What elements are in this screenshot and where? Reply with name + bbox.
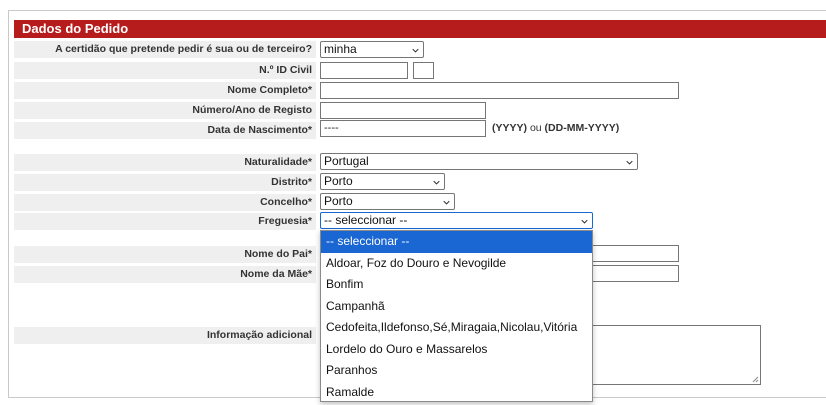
nome-completo-label: Nome Completo* bbox=[14, 82, 316, 99]
freguesia-option[interactable]: Bonfim bbox=[321, 274, 592, 296]
date-format-hint: (YYYY) ou (DD-MM-YYYY) bbox=[492, 122, 619, 134]
chevron-down-icon bbox=[433, 180, 440, 185]
freguesia-label: Freguesia* bbox=[14, 213, 316, 230]
concelho-label: Concelho* bbox=[14, 194, 316, 211]
certidao-select[interactable]: minha bbox=[320, 41, 424, 58]
freguesia-dropdown-list: -- seleccionar -- Aldoar, Foz do Douro e… bbox=[320, 230, 593, 402]
informacao-adicional-label: Informação adicional bbox=[14, 327, 316, 344]
nome-completo-input[interactable] bbox=[320, 82, 679, 99]
freguesia-option[interactable]: -- seleccionar -- bbox=[321, 231, 592, 253]
date-format-ou: ou bbox=[529, 122, 542, 134]
chevron-down-icon bbox=[581, 219, 588, 224]
resize-grip-icon[interactable] bbox=[751, 375, 759, 383]
freguesia-option[interactable]: Campanhã bbox=[321, 296, 592, 318]
data-nascimento-input[interactable]: ---- bbox=[320, 120, 486, 137]
chevron-down-icon bbox=[412, 48, 419, 53]
section-header: Dados do Pedido bbox=[14, 20, 826, 38]
id-civil-input[interactable] bbox=[320, 62, 408, 79]
naturalidade-label: Naturalidade* bbox=[14, 154, 316, 171]
nome-mae-label: Nome da Mãe* bbox=[14, 266, 316, 283]
naturalidade-select[interactable]: Portugal bbox=[320, 153, 638, 170]
numero-registo-input[interactable] bbox=[320, 102, 486, 119]
id-civil-check-digit-input[interactable] bbox=[413, 62, 434, 79]
freguesia-option[interactable]: Lordelo do Ouro e Massarelos bbox=[321, 339, 592, 361]
id-civil-label: N.º ID Civil bbox=[14, 62, 316, 79]
freguesia-option[interactable]: Cedofeita,Ildefonso,Sé,Miragaia,Nicolau,… bbox=[321, 317, 592, 339]
naturalidade-select-value: Portugal bbox=[324, 154, 369, 168]
certidao-label: A certidão que pretende pedir é sua ou d… bbox=[14, 41, 316, 58]
date-format-year: (YYYY) bbox=[492, 122, 528, 134]
freguesia-option[interactable]: Aldoar, Foz do Douro e Nevogilde bbox=[321, 253, 592, 275]
distrito-label: Distrito* bbox=[14, 174, 316, 191]
certidao-select-value: minha bbox=[324, 42, 357, 56]
freguesia-select-value: -- seleccionar -- bbox=[324, 213, 408, 227]
distrito-select[interactable]: Porto bbox=[320, 173, 445, 190]
numero-registo-label: Número/Ano de Registo bbox=[14, 102, 316, 119]
nome-pai-label: Nome do Pai* bbox=[14, 246, 316, 263]
concelho-select[interactable]: Porto bbox=[320, 193, 455, 210]
freguesia-option[interactable]: Paranhos bbox=[321, 360, 592, 382]
freguesia-option[interactable]: Ramalde bbox=[321, 382, 592, 404]
data-nascimento-label: Data de Nascimento* bbox=[14, 122, 316, 139]
date-format-full: (DD-MM-YYYY) bbox=[544, 122, 620, 134]
concelho-select-value: Porto bbox=[324, 194, 353, 208]
freguesia-select[interactable]: -- seleccionar -- bbox=[320, 212, 593, 229]
chevron-down-icon bbox=[443, 200, 450, 205]
informacao-adicional-textarea[interactable] bbox=[574, 325, 761, 385]
chevron-down-icon bbox=[626, 160, 633, 165]
distrito-select-value: Porto bbox=[324, 174, 353, 188]
